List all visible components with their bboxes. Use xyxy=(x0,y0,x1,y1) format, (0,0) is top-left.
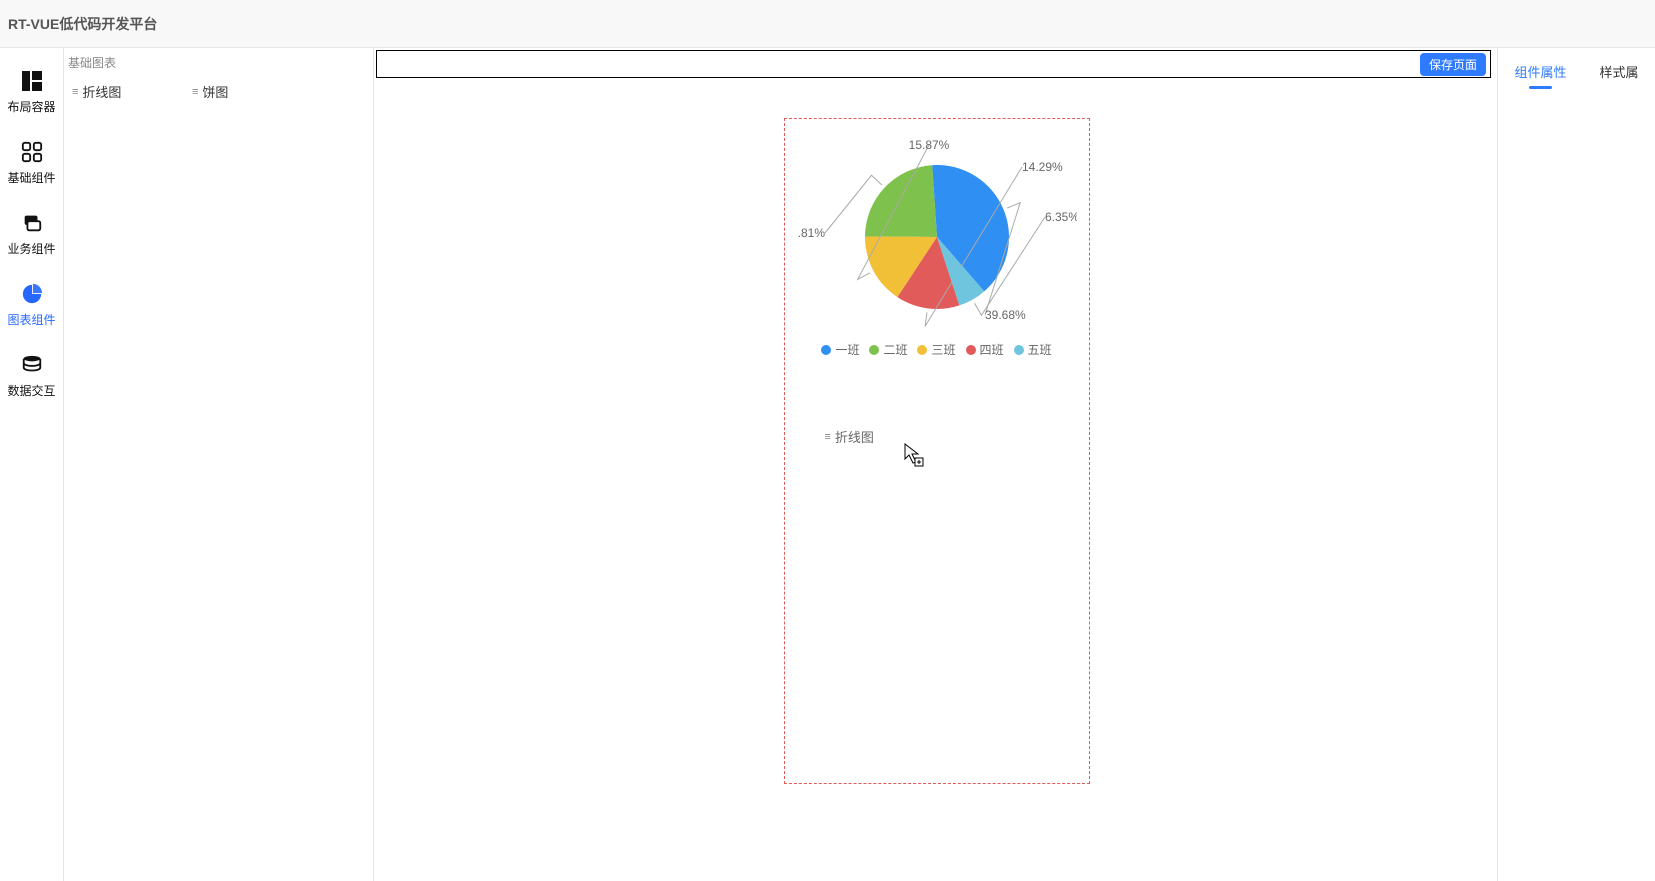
legend-label: 二班 xyxy=(883,341,907,358)
chart-legend: 一班 二班 三班 四班 五班 xyxy=(821,341,1051,358)
layout-icon xyxy=(19,68,45,94)
sidebar-item-chart-components[interactable]: 图表组件 xyxy=(2,269,62,340)
drag-ghost-line-chart[interactable]: ≡ 折线图 xyxy=(825,427,874,446)
sidebar-item-layout-container[interactable]: 布局容器 xyxy=(2,56,62,127)
app-title: RT-VUE低代码开发平台 xyxy=(8,14,157,34)
workspace: 布局容器 基础组件 业务组件 图表组件 数据交互 xyxy=(0,48,1655,881)
legend-dot-icon xyxy=(917,345,927,355)
tab-style-props[interactable]: 样式属 xyxy=(1597,58,1640,89)
sidebar-item-label: 基础组件 xyxy=(7,169,55,186)
legend-item-2[interactable]: 三班 xyxy=(917,341,955,358)
database-icon xyxy=(19,352,45,378)
legend-item-3[interactable]: 四班 xyxy=(966,341,1004,358)
sidebar-item-label: 布局容器 xyxy=(7,98,55,115)
pie-chart: 39.68% 23.81% 15.87% 14.29% 6.35% xyxy=(797,127,1077,337)
legend-label: 四班 xyxy=(980,341,1004,358)
legend-dot-icon xyxy=(869,345,879,355)
sidebar-item-label: 业务组件 xyxy=(7,240,55,257)
palette-item-label: 折线图 xyxy=(82,82,121,101)
drag-ghost-label: 折线图 xyxy=(835,427,874,446)
legend-label: 三班 xyxy=(931,341,955,358)
drag-handle-icon: ≡ xyxy=(825,431,831,443)
canvas-toolbar: 保存页面 xyxy=(376,50,1491,78)
legend-item-0[interactable]: 一班 xyxy=(821,341,859,358)
pie-slice-1 xyxy=(865,165,937,237)
cursor-copy-icon xyxy=(904,443,924,472)
legend-label: 一班 xyxy=(835,341,859,358)
canvas-area: 保存页面 39.68% 23.81% 15.87% 14.29% 6.35% 一班 二班 三… xyxy=(374,48,1497,881)
pie-label-3: 14.29% xyxy=(1022,160,1063,174)
pie-label-4: 6.35% xyxy=(1045,210,1077,224)
palette-item-label: 饼图 xyxy=(202,82,228,101)
legend-item-1[interactable]: 二班 xyxy=(869,341,907,358)
canvas-stage[interactable]: 39.68% 23.81% 15.87% 14.29% 6.35% 一班 二班 三班 四班 五班… xyxy=(376,78,1497,881)
sidebar-item-label: 数据交互 xyxy=(7,382,55,399)
legend-dot-icon xyxy=(1014,345,1024,355)
icon-sidebar: 布局容器 基础组件 业务组件 图表组件 数据交互 xyxy=(0,48,64,881)
app-header: RT-VUE低代码开发平台 xyxy=(0,0,1655,48)
pie-chart-icon xyxy=(19,281,45,307)
right-property-panel: 组件属性 样式属 xyxy=(1497,48,1655,881)
pie-label-2: 15.87% xyxy=(908,138,949,152)
grid-icon xyxy=(19,139,45,165)
palette-item-line-chart[interactable]: ≡ 折线图 xyxy=(64,78,184,105)
pie-label-1: 23.81% xyxy=(797,226,825,240)
stack-icon xyxy=(19,210,45,236)
legend-dot-icon xyxy=(821,345,831,355)
save-page-button[interactable]: 保存页面 xyxy=(1420,53,1486,76)
component-palette: 基础图表 ≡ 折线图 ≡ 饼图 xyxy=(64,48,374,881)
legend-dot-icon xyxy=(966,345,976,355)
palette-section-title: 基础图表 xyxy=(64,52,373,78)
dropped-pie-chart-component[interactable]: 39.68% 23.81% 15.87% 14.29% 6.35% 一班 二班 三班 四班 五班… xyxy=(784,118,1090,784)
sidebar-item-label: 图表组件 xyxy=(7,311,55,328)
drag-handle-icon: ≡ xyxy=(72,86,78,98)
sidebar-item-business-components[interactable]: 业务组件 xyxy=(2,198,62,269)
drag-handle-icon: ≡ xyxy=(192,86,198,98)
sidebar-item-base-components[interactable]: 基础组件 xyxy=(2,127,62,198)
palette-item-pie-chart[interactable]: ≡ 饼图 xyxy=(184,78,304,105)
sidebar-item-data-exchange[interactable]: 数据交互 xyxy=(2,340,62,411)
tab-component-props[interactable]: 组件属性 xyxy=(1512,58,1568,89)
pie-label-0: 39.68% xyxy=(985,308,1026,322)
legend-label: 五班 xyxy=(1028,341,1052,358)
legend-item-4[interactable]: 五班 xyxy=(1014,341,1052,358)
